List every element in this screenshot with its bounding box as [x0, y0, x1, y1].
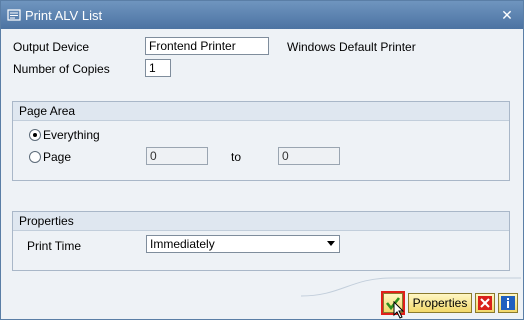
window-title: Print ALV List [25, 8, 103, 23]
properties-header: Properties [13, 212, 509, 231]
print-time-dropdown[interactable]: Immediately [146, 235, 340, 253]
page-label: Page [43, 150, 72, 164]
output-device-note: Windows Default Printer [287, 40, 416, 54]
close-icon[interactable]: ✕ [497, 5, 517, 25]
info-button[interactable] [498, 293, 518, 313]
properties-title: Properties [19, 214, 74, 228]
everything-label: Everything [43, 128, 100, 142]
page-area-title: Page Area [19, 104, 76, 118]
page-to-label: to [231, 150, 242, 164]
output-device-field[interactable]: Frontend Printer [145, 37, 269, 55]
info-icon [501, 296, 515, 310]
mouse-cursor-icon [393, 301, 405, 319]
number-of-copies-field[interactable]: 1 [145, 59, 171, 77]
page-radio[interactable] [29, 151, 41, 163]
cancel-icon [478, 296, 492, 310]
properties-group: Properties Print Time Immediately [12, 211, 510, 271]
print-alv-list-dialog: Print ALV List ✕ Output Device Frontend … [0, 0, 524, 320]
chevron-down-icon[interactable] [327, 241, 335, 246]
page-to-field[interactable]: 0 [278, 147, 340, 165]
print-list-icon [7, 8, 21, 22]
properties-button[interactable]: Properties [408, 293, 472, 313]
print-time-value: Immediately [150, 237, 215, 251]
page-from-field[interactable]: 0 [146, 147, 208, 165]
cancel-button[interactable] [475, 293, 495, 313]
page-area-group: Page Area Everything Page 0 to 0 [12, 101, 510, 181]
number-of-copies-label: Number of Copies [13, 62, 110, 76]
page-area-header: Page Area [13, 102, 509, 121]
output-device-label: Output Device [13, 40, 90, 54]
print-time-label: Print Time [27, 239, 82, 253]
everything-radio[interactable] [29, 129, 41, 141]
titlebar: Print ALV List ✕ [1, 1, 523, 29]
